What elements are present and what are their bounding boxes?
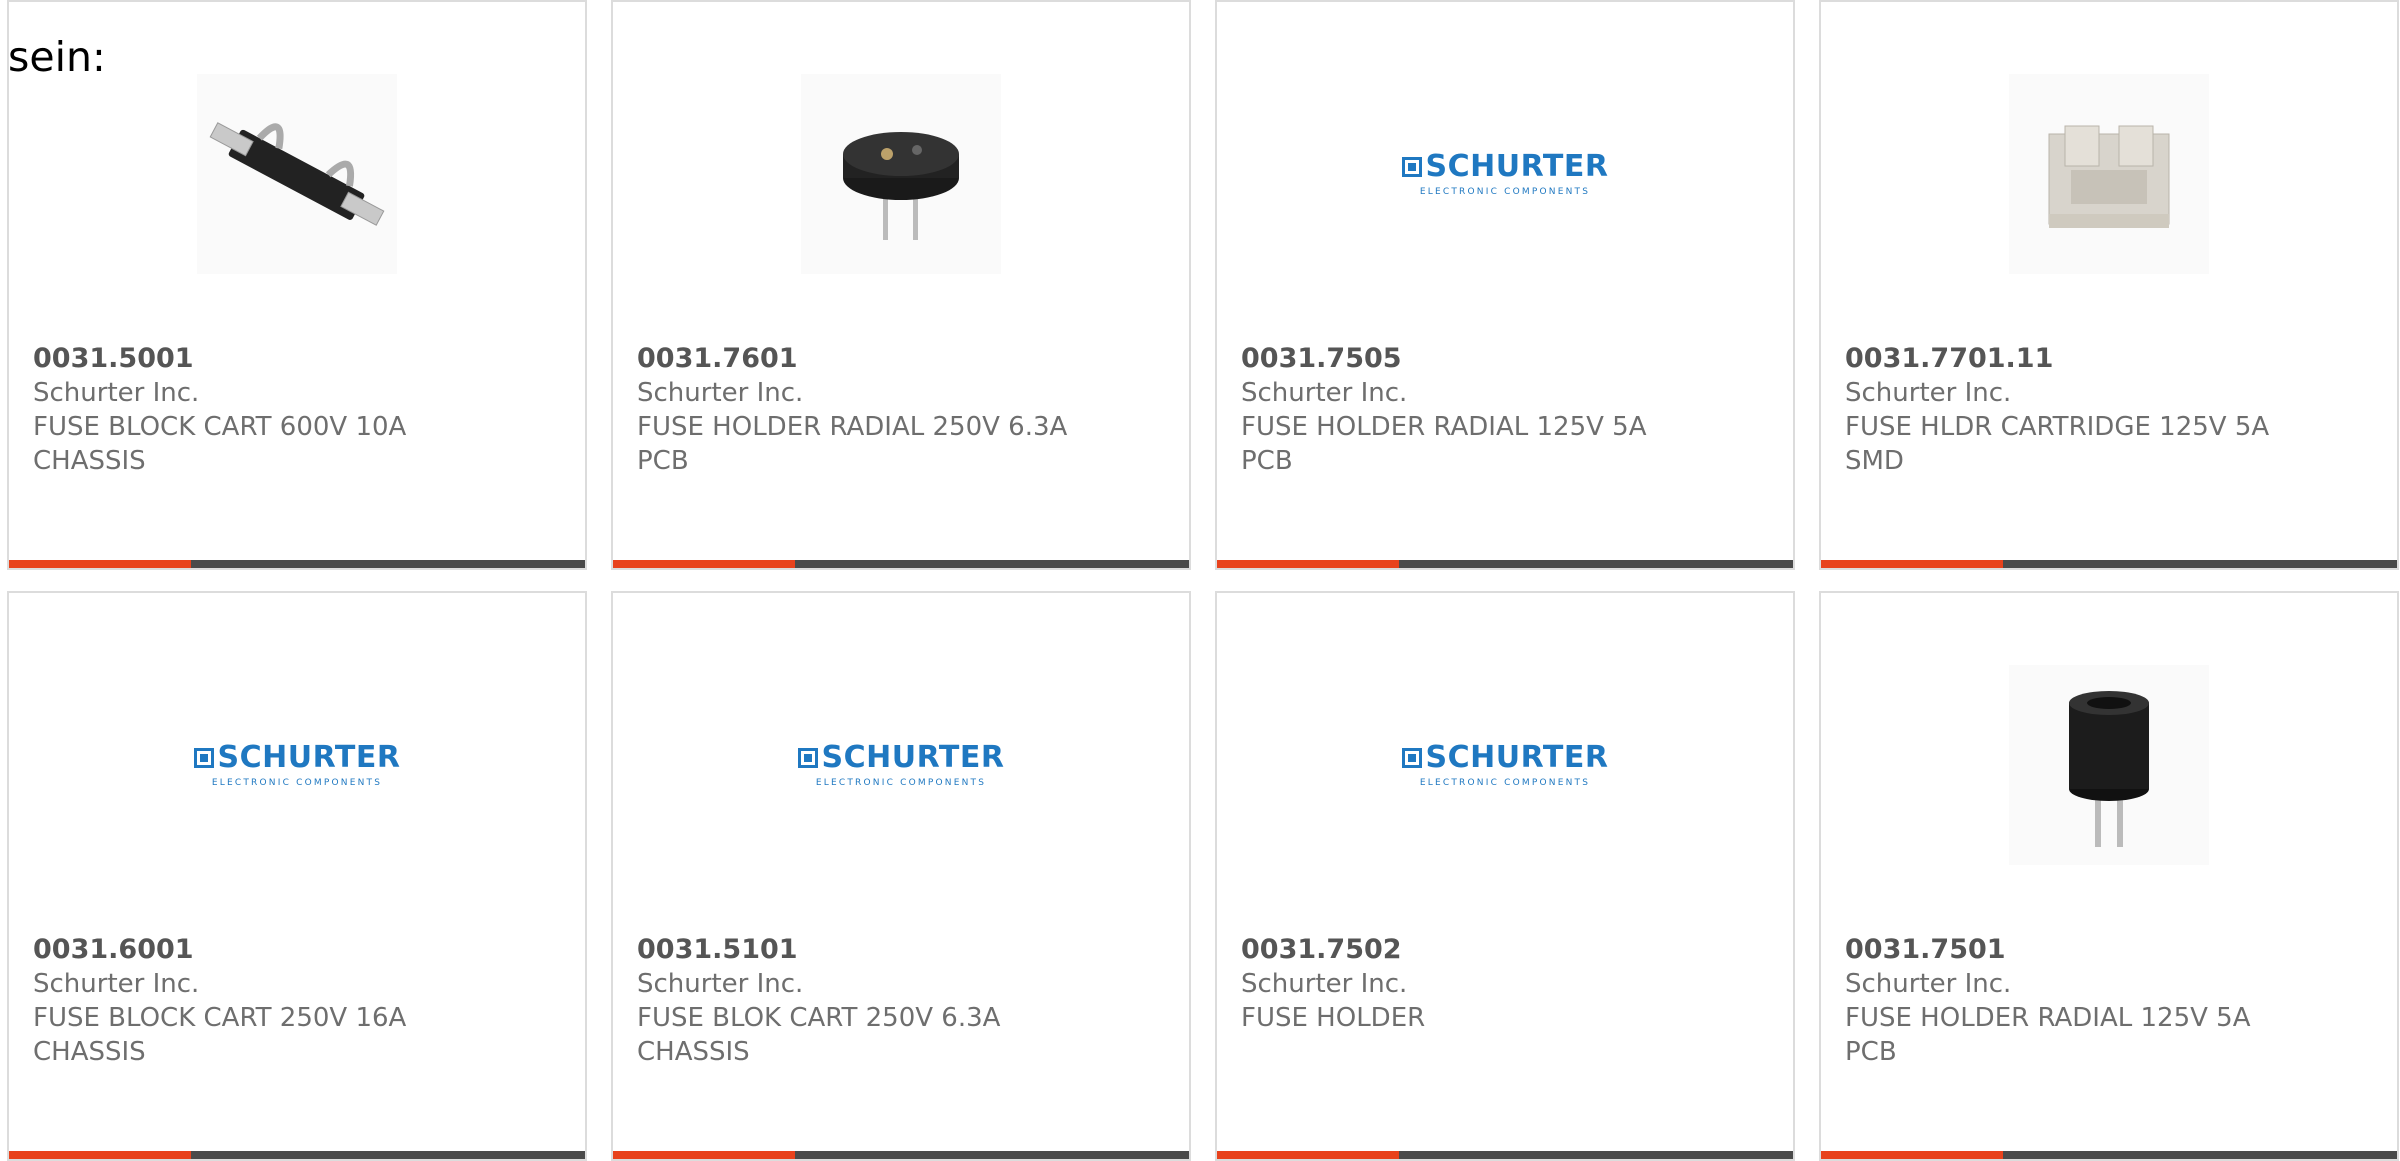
part-number[interactable]: 0031.7501 xyxy=(1845,933,2377,967)
manufacturer: Schurter Inc. xyxy=(637,378,804,408)
card-bar-accent xyxy=(1821,1151,2003,1159)
part-number[interactable]: 0031.5001 xyxy=(33,342,565,376)
mounting-type: CHASSIS xyxy=(637,1037,750,1067)
description: FUSE BLOCK CART 250V 16A xyxy=(33,1003,407,1033)
schurter-logo: SCHURTER ELECTRONIC COMPONENTS xyxy=(1401,740,1609,788)
product-card[interactable]: SCHURTER ELECTRONIC COMPONENTS 0031.6001… xyxy=(7,591,587,1161)
schurter-mark-icon xyxy=(797,748,818,768)
product-image[interactable]: SCHURTER ELECTRONIC COMPONENTS xyxy=(193,665,400,865)
product-info: 0031.5101 Schurter Inc. FUSE BLOK CART 2… xyxy=(637,933,1169,1069)
card-bar-accent xyxy=(9,560,191,568)
card-bar-accent xyxy=(613,1151,795,1159)
product-grid: 0031.5001 Schurter Inc. FUSE BLOCK CART … xyxy=(7,0,2399,1161)
product-card[interactable]: SCHURTER ELECTRONIC COMPONENTS 0031.7502… xyxy=(1215,591,1795,1161)
schurter-mark-icon xyxy=(1401,157,1422,177)
product-info: 0031.5001 Schurter Inc. FUSE BLOCK CART … xyxy=(33,342,565,478)
mounting-type: PCB xyxy=(637,446,689,476)
product-image[interactable] xyxy=(197,74,397,274)
description: FUSE BLOK CART 250V 6.3A xyxy=(637,1003,1001,1033)
product-image[interactable]: SCHURTER ELECTRONIC COMPONENTS xyxy=(1401,665,1608,865)
product-image[interactable]: SCHURTER ELECTRONIC COMPONENTS xyxy=(797,665,1004,865)
manufacturer: Schurter Inc. xyxy=(637,969,804,999)
part-number[interactable]: 0031.5101 xyxy=(637,933,1169,967)
card-bar-accent xyxy=(9,1151,191,1159)
product-card[interactable]: SCHURTER ELECTRONIC COMPONENTS 0031.7505… xyxy=(1215,0,1795,570)
logo-subtitle: ELECTRONIC COMPONENTS xyxy=(1419,778,1591,788)
card-bar xyxy=(1821,560,2397,568)
description: FUSE HLDR CARTRIDGE 125V 5A xyxy=(1845,412,2270,442)
logo-word: SCHURTER xyxy=(821,740,1005,775)
description: FUSE HOLDER RADIAL 250V 6.3A xyxy=(637,412,1068,442)
schurter-logo: SCHURTER ELECTRONIC COMPONENTS xyxy=(193,740,401,788)
description: FUSE HOLDER RADIAL 125V 5A xyxy=(1241,412,1647,442)
card-bar-accent xyxy=(1217,1151,1399,1159)
mounting-type: PCB xyxy=(1241,446,1293,476)
product-card[interactable]: 0031.7701.11 Schurter Inc. FUSE HLDR CAR… xyxy=(1819,0,2399,570)
logo-word: SCHURTER xyxy=(1425,740,1609,775)
logo-word: SCHURTER xyxy=(1425,149,1609,184)
manufacturer: Schurter Inc. xyxy=(1845,378,2012,408)
mounting-type: PCB xyxy=(1845,1037,1897,1067)
logo-subtitle: ELECTRONIC COMPONENTS xyxy=(815,778,987,788)
part-number[interactable]: 0031.7505 xyxy=(1241,342,1773,376)
schurter-mark-icon xyxy=(193,748,214,768)
product-card[interactable]: 0031.7501 Schurter Inc. FUSE HOLDER RADI… xyxy=(1819,591,2399,1161)
product-card[interactable]: 0031.7601 Schurter Inc. FUSE HOLDER RADI… xyxy=(611,0,1191,570)
card-bar xyxy=(1821,1151,2397,1159)
manufacturer: Schurter Inc. xyxy=(33,969,200,999)
part-number[interactable]: 0031.7502 xyxy=(1241,933,1773,967)
card-bar xyxy=(613,1151,1189,1159)
part-number[interactable]: 0031.7701.11 xyxy=(1845,342,2377,376)
manufacturer: Schurter Inc. xyxy=(1241,378,1408,408)
product-image[interactable] xyxy=(2009,74,2209,274)
product-info: 0031.7501 Schurter Inc. FUSE HOLDER RADI… xyxy=(1845,933,2377,1069)
product-image[interactable]: SCHURTER ELECTRONIC COMPONENTS xyxy=(1401,74,1608,274)
mounting-type: SMD xyxy=(1845,446,1904,476)
description: FUSE HOLDER RADIAL 125V 5A xyxy=(1845,1003,2251,1033)
card-bar-accent xyxy=(613,560,795,568)
description: FUSE HOLDER xyxy=(1241,1003,1426,1033)
logo-subtitle: ELECTRONIC COMPONENTS xyxy=(211,778,383,788)
part-number[interactable]: 0031.6001 xyxy=(33,933,565,967)
product-image[interactable] xyxy=(2009,665,2209,865)
card-bar xyxy=(1217,1151,1793,1159)
product-info: 0031.7502 Schurter Inc. FUSE HOLDER xyxy=(1241,933,1773,1035)
card-bar-accent xyxy=(1217,560,1399,568)
product-image[interactable] xyxy=(801,74,1001,274)
logo-word: SCHURTER xyxy=(217,740,401,775)
card-bar xyxy=(1217,560,1793,568)
part-number[interactable]: 0031.7601 xyxy=(637,342,1169,376)
product-info: 0031.7601 Schurter Inc. FUSE HOLDER RADI… xyxy=(637,342,1169,478)
schurter-logo: SCHURTER ELECTRONIC COMPONENTS xyxy=(1401,149,1609,197)
product-card[interactable]: 0031.5001 Schurter Inc. FUSE BLOCK CART … xyxy=(7,0,587,570)
manufacturer: Schurter Inc. xyxy=(1845,969,2012,999)
card-bar-accent xyxy=(1821,560,2003,568)
card-bar xyxy=(9,1151,585,1159)
card-bar xyxy=(9,560,585,568)
description: FUSE BLOCK CART 600V 10A xyxy=(33,412,407,442)
schurter-mark-icon xyxy=(1401,748,1422,768)
manufacturer: Schurter Inc. xyxy=(1241,969,1408,999)
mounting-type: CHASSIS xyxy=(33,1037,146,1067)
logo-subtitle: ELECTRONIC COMPONENTS xyxy=(1419,187,1591,197)
card-bar xyxy=(613,560,1189,568)
product-info: 0031.7701.11 Schurter Inc. FUSE HLDR CAR… xyxy=(1845,342,2377,478)
product-card[interactable]: SCHURTER ELECTRONIC COMPONENTS 0031.5101… xyxy=(611,591,1191,1161)
manufacturer: Schurter Inc. xyxy=(33,378,200,408)
intro-text: sein: xyxy=(8,33,106,81)
product-info: 0031.7505 Schurter Inc. FUSE HOLDER RADI… xyxy=(1241,342,1773,478)
product-info: 0031.6001 Schurter Inc. FUSE BLOCK CART … xyxy=(33,933,565,1069)
schurter-logo: SCHURTER ELECTRONIC COMPONENTS xyxy=(797,740,1005,788)
mounting-type: CHASSIS xyxy=(33,446,146,476)
